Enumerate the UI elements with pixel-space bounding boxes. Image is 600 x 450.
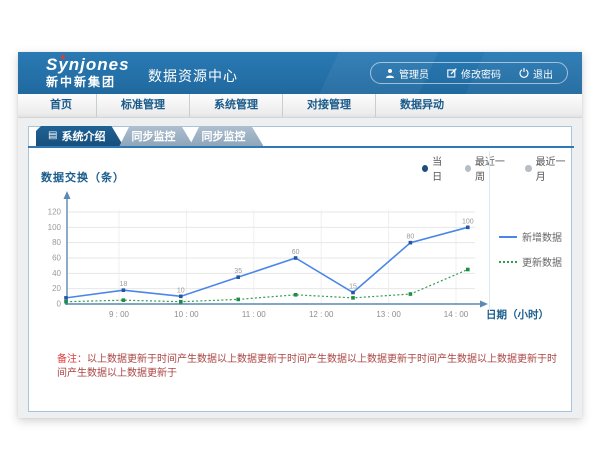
radio-selected-icon xyxy=(422,165,428,172)
radio-icon xyxy=(525,165,531,172)
svg-text:11 : 00: 11 : 00 xyxy=(242,310,266,319)
dotted-line-icon xyxy=(499,261,517,263)
line-chart: 0 20 40 60 80 100 120 9 : 00 10 : 00 11 : 00 12 : … xyxy=(29,182,573,332)
svg-text:0: 0 xyxy=(57,300,62,309)
svg-text:100: 100 xyxy=(48,223,62,232)
footnote-text: 以上数据更新于时间产生数据以上数据更新于时间产生数据以上数据更新于时间产生数据以… xyxy=(57,354,557,379)
main-nav: 首页 标准管理 系统管理 对接管理 数据异动 xyxy=(18,94,582,118)
radio-icon xyxy=(465,165,471,172)
user-icon xyxy=(385,68,395,78)
svg-text:80: 80 xyxy=(407,234,415,241)
svg-text:13 : 00: 13 : 00 xyxy=(376,310,401,319)
solid-line-icon xyxy=(499,236,517,238)
svg-text:日期（小时）: 日期（小时） xyxy=(486,308,549,321)
nav-item-interface-mgmt[interactable]: 对接管理 xyxy=(282,94,375,117)
svg-text:10 : 00: 10 : 00 xyxy=(174,310,199,319)
range-option-last-month[interactable]: 最近一月 xyxy=(525,153,571,183)
svg-text:20: 20 xyxy=(52,284,61,293)
tab-bar: ▤ 系统介绍 同步监控 同步监控 xyxy=(28,126,574,148)
svg-text:14 : 00: 14 : 00 xyxy=(444,310,469,319)
change-password-button[interactable]: 修改密码 xyxy=(447,66,501,81)
current-user[interactable]: 管理员 xyxy=(385,66,429,81)
range-option-last-week[interactable]: 最近一周 xyxy=(465,153,511,183)
edit-icon xyxy=(447,68,457,78)
nav-item-standard-mgmt[interactable]: 标准管理 xyxy=(96,94,189,117)
range-filter-group: 当日 最近一周 最近一月 xyxy=(422,153,571,183)
power-icon xyxy=(519,68,529,78)
svg-text:12 : 00: 12 : 00 xyxy=(309,310,334,319)
svg-text:80: 80 xyxy=(52,238,61,247)
range-option-today[interactable]: 当日 xyxy=(422,153,450,183)
footnote: 备注：以上数据更新于时间产生数据以上数据更新于时间产生数据以上数据更新于时间产生… xyxy=(57,353,557,381)
logout-button[interactable]: 退出 xyxy=(519,66,553,81)
document-icon: ▤ xyxy=(48,131,57,141)
svg-text:15: 15 xyxy=(349,284,357,291)
tab-sync-monitor-2[interactable]: 同步监控 xyxy=(189,126,263,146)
tab-sync-monitor-1[interactable]: 同步监控 xyxy=(119,126,193,146)
logo-text-cn: 新中新集团 xyxy=(46,76,130,88)
company-logo: Synjones 新中新集团 xyxy=(46,56,130,88)
app-header: Synjones 新中新集团 数据资源中心 管理员 修改密码 退出 xyxy=(18,52,582,94)
nav-item-data-change[interactable]: 数据异动 xyxy=(375,94,468,117)
user-menu: 管理员 修改密码 退出 xyxy=(370,62,568,84)
svg-text:60: 60 xyxy=(292,249,300,256)
svg-text:100: 100 xyxy=(462,218,474,225)
svg-text:120: 120 xyxy=(48,208,62,217)
footnote-label: 备注： xyxy=(57,354,87,365)
svg-text:10: 10 xyxy=(177,287,185,294)
svg-text:35: 35 xyxy=(234,268,242,275)
logo-red-dot xyxy=(61,55,65,59)
svg-text:60: 60 xyxy=(52,254,61,263)
svg-text:18: 18 xyxy=(120,281,128,288)
svg-text:9 : 00: 9 : 00 xyxy=(109,310,130,319)
logo-text-en: Synjones xyxy=(46,56,130,73)
svg-text:40: 40 xyxy=(52,269,61,278)
tab-system-intro[interactable]: ▤ 系统介绍 xyxy=(36,126,123,146)
page-title: 数据资源中心 xyxy=(148,66,238,86)
content-panel: ▤ 系统介绍 同步监控 同步监控 当日 最近一周 最近一月 xyxy=(28,126,572,412)
legend-item-updated-data[interactable]: 更新数据 xyxy=(499,254,562,269)
app-window: Synjones 新中新集团 数据资源中心 管理员 修改密码 退出 首页 标准管… xyxy=(18,52,582,418)
series-legend: 新增数据 更新数据 xyxy=(499,229,562,269)
legend-divider xyxy=(489,151,490,311)
nav-item-system-mgmt[interactable]: 系统管理 xyxy=(189,94,282,117)
legend-item-new-data[interactable]: 新增数据 xyxy=(499,229,562,244)
nav-item-home[interactable]: 首页 xyxy=(26,94,96,117)
